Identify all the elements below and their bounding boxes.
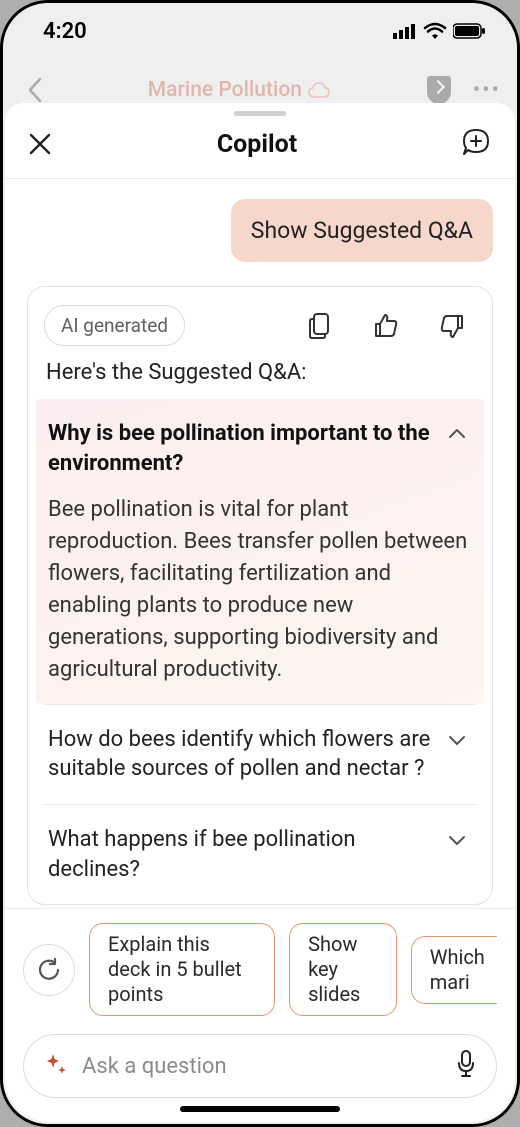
qa-answer: Bee pollination is vital for plant repro… [44, 484, 476, 689]
titlebar-actions: ••• [427, 76, 501, 104]
suggestion-chip[interactable]: Show key slides [289, 923, 397, 1016]
reply-intro-text: Here's the Suggested Q&A: [44, 360, 476, 385]
qa-item: How do bees identify which flowers are s… [44, 704, 476, 804]
suggestion-chip-label: Explain this deck in 5 bullet points [108, 932, 256, 1007]
suggestion-chip-label: Which mari [430, 945, 485, 995]
refresh-suggestions-icon[interactable] [23, 944, 75, 996]
suggestion-chip[interactable]: Which mari [411, 936, 497, 1004]
sheet-header: Copilot [5, 118, 515, 179]
sheet-grabber[interactable] [234, 111, 286, 116]
home-indicator[interactable] [180, 1106, 340, 1112]
device-frame: 4:20 Marine Pollution ••• [0, 0, 520, 1127]
ask-input[interactable]: Ask a question [23, 1034, 497, 1098]
qa-item: What happens if bee pollination declines… [44, 804, 476, 904]
qa-question: Why is bee pollination important to the … [48, 419, 438, 478]
wifi-icon [423, 22, 447, 40]
suggestion-chip-label: Show key slides [308, 932, 378, 1007]
qa-item: Why is bee pollination important to the … [36, 399, 484, 704]
assistant-reply-card: AI generated Here's the Suggested Q&A: [27, 286, 493, 905]
cloud-icon [308, 82, 330, 98]
document-title[interactable]: Marine Pollution [51, 78, 427, 102]
more-menu-icon[interactable]: ••• [473, 78, 501, 103]
privacy-shield-icon[interactable] [427, 76, 451, 104]
reply-actions: AI generated [44, 305, 476, 346]
copy-icon[interactable] [296, 306, 344, 346]
status-icons [393, 22, 485, 40]
battery-icon [453, 23, 485, 39]
qa-toggle[interactable]: Why is bee pollination important to the … [44, 413, 476, 484]
new-chat-icon[interactable] [461, 128, 493, 160]
sheet-title: Copilot [53, 130, 461, 159]
qa-toggle[interactable]: How do bees identify which flowers are s… [44, 719, 476, 790]
ai-generated-badge: AI generated [44, 305, 185, 346]
document-title-text: Marine Pollution [148, 78, 302, 102]
back-icon[interactable] [19, 74, 51, 106]
user-message-bubble: Show Suggested Q&A [231, 199, 493, 262]
user-message-row: Show Suggested Q&A [27, 199, 493, 262]
chat-area: Show Suggested Q&A AI generated [5, 179, 515, 908]
close-icon[interactable] [27, 131, 53, 157]
qa-toggle[interactable]: What happens if bee pollination declines… [44, 819, 476, 890]
chevron-down-icon [448, 731, 472, 755]
ask-placeholder-text: Ask a question [82, 1054, 442, 1079]
qa-question: What happens if bee pollination declines… [48, 825, 438, 884]
signal-icon [393, 23, 417, 39]
thumbs-up-icon[interactable] [362, 306, 410, 346]
chevron-up-icon [448, 425, 472, 449]
microphone-icon[interactable] [456, 1050, 476, 1082]
suggestion-chips-bar: Explain this deck in 5 bullet points Sho… [5, 908, 515, 1022]
background: 4:20 Marine Pollution ••• [3, 3, 517, 1124]
qa-question: How do bees identify which flowers are s… [48, 725, 438, 784]
copilot-sheet: Copilot Show Suggested Q&A AI generated [5, 103, 515, 1122]
qa-list: Why is bee pollination important to the … [44, 399, 476, 904]
status-bar: 4:20 [3, 3, 517, 59]
chevron-down-icon [448, 831, 472, 855]
sparkle-icon [44, 1052, 68, 1080]
status-time: 4:20 [43, 19, 87, 44]
suggestion-chip[interactable]: Explain this deck in 5 bullet points [89, 923, 275, 1016]
thumbs-down-icon[interactable] [428, 306, 476, 346]
